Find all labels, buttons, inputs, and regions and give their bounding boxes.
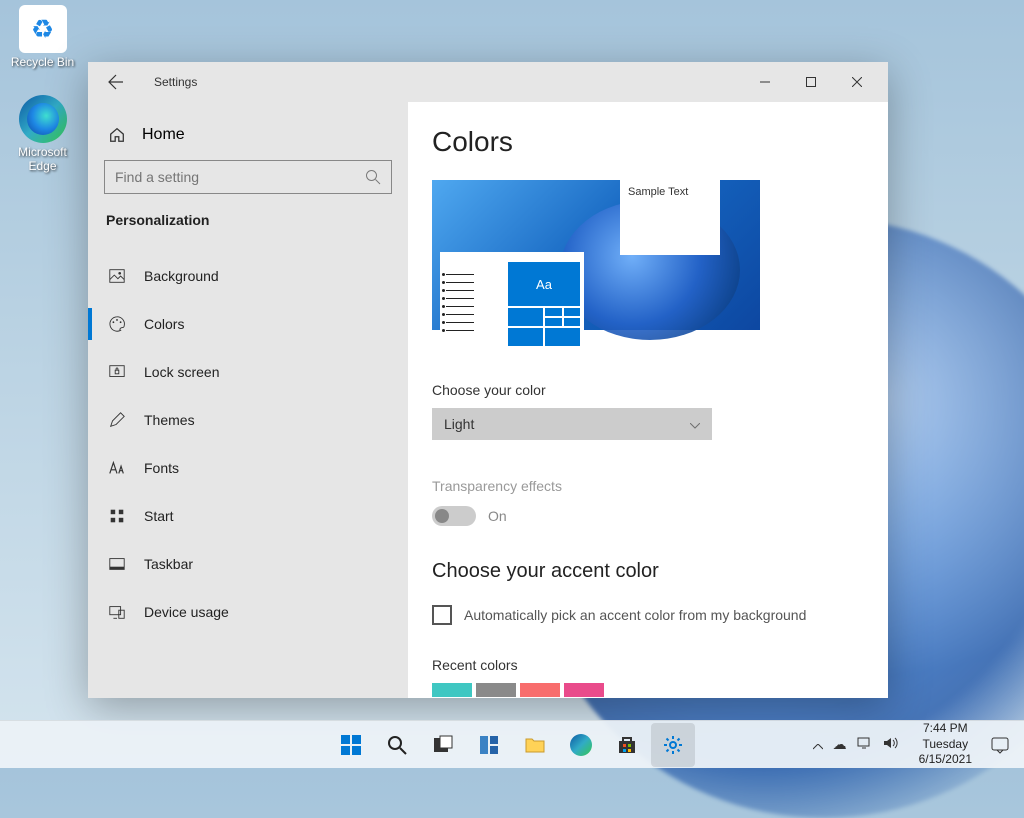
taskbar-icon bbox=[108, 555, 126, 573]
color-preview: Sample Text Aa bbox=[432, 180, 760, 330]
pen-icon bbox=[108, 411, 126, 429]
widgets-button[interactable] bbox=[467, 723, 511, 767]
desktop-icon-recycle-bin[interactable]: ♻ Recycle Bin bbox=[5, 5, 80, 69]
transparency-toggle[interactable] bbox=[432, 506, 476, 526]
settings-button[interactable] bbox=[651, 723, 695, 767]
edge-icon bbox=[19, 95, 67, 143]
nav-label: Device usage bbox=[144, 604, 229, 620]
clock-date: 6/15/2021 bbox=[919, 752, 972, 768]
desktop-icon-edge[interactable]: Microsoft Edge bbox=[5, 95, 80, 173]
sidebar-section-title: Personalization bbox=[104, 212, 392, 228]
accent-section-title: Choose your accent color bbox=[432, 560, 864, 583]
nav-themes[interactable]: Themes bbox=[104, 396, 392, 444]
preview-sample-window: Sample Text bbox=[620, 180, 720, 255]
nav-background[interactable]: Background bbox=[104, 252, 392, 300]
clock-time: 7:44 PM bbox=[919, 721, 972, 737]
nav-label: Colors bbox=[144, 316, 184, 332]
search-button[interactable] bbox=[375, 723, 419, 767]
file-explorer-button[interactable] bbox=[513, 723, 557, 767]
start-grid-icon bbox=[108, 507, 126, 525]
nav-device-usage[interactable]: Device usage bbox=[104, 588, 392, 636]
transparency-value: On bbox=[488, 508, 507, 524]
nav-start[interactable]: Start bbox=[104, 492, 392, 540]
nav-home-label: Home bbox=[142, 126, 185, 144]
auto-accent-checkbox[interactable] bbox=[432, 605, 452, 625]
tray-onedrive-icon[interactable]: ☁ bbox=[833, 736, 847, 753]
nav-fonts[interactable]: Fonts bbox=[104, 444, 392, 492]
preview-tile-aa: Aa bbox=[508, 262, 580, 306]
start-button[interactable] bbox=[329, 723, 373, 767]
store-button[interactable] bbox=[605, 723, 649, 767]
recent-color-swatch[interactable] bbox=[564, 683, 604, 697]
task-view-button[interactable] bbox=[421, 723, 465, 767]
window-titlebar: Settings bbox=[88, 62, 888, 102]
home-icon bbox=[108, 126, 126, 144]
lock-screen-icon bbox=[108, 363, 126, 381]
recent-color-swatch[interactable] bbox=[476, 683, 516, 697]
chevron-down-icon bbox=[690, 416, 700, 432]
settings-content: Colors Sample Text Aa Choose your color bbox=[408, 102, 888, 698]
image-icon bbox=[108, 267, 126, 285]
recent-colors bbox=[432, 683, 864, 697]
preview-mini-start bbox=[440, 252, 510, 350]
recent-color-swatch[interactable] bbox=[432, 683, 472, 697]
nav-label: Lock screen bbox=[144, 364, 219, 380]
recent-colors-label: Recent colors bbox=[432, 657, 864, 673]
desktop-icon-label: Recycle Bin bbox=[5, 55, 80, 69]
auto-accent-checkbox-row[interactable]: Automatically pick an accent color from … bbox=[432, 605, 864, 625]
dropdown-value: Light bbox=[444, 416, 474, 432]
choose-color-label: Choose your color bbox=[432, 382, 864, 398]
taskbar: ☁ 7:44 PM Tuesday 6/15/2021 bbox=[0, 720, 1024, 768]
recycle-bin-icon: ♻ bbox=[19, 5, 67, 53]
tray-volume-icon[interactable] bbox=[883, 736, 899, 753]
notifications-button[interactable] bbox=[982, 727, 1018, 763]
minimize-button[interactable] bbox=[742, 66, 788, 98]
edge-button[interactable] bbox=[559, 723, 603, 767]
nav-label: Background bbox=[144, 268, 219, 284]
nav-taskbar[interactable]: Taskbar bbox=[104, 540, 392, 588]
nav-label: Start bbox=[144, 508, 174, 524]
settings-sidebar: Home Personalization Background Colors L bbox=[88, 102, 408, 698]
preview-tiles: Aa bbox=[504, 252, 584, 350]
window-title: Settings bbox=[154, 75, 197, 89]
recent-color-swatch[interactable] bbox=[520, 683, 560, 697]
search-icon bbox=[365, 169, 381, 185]
taskbar-clock[interactable]: 7:44 PM Tuesday 6/15/2021 bbox=[909, 721, 982, 768]
clock-day: Tuesday bbox=[919, 737, 972, 753]
search-box[interactable] bbox=[104, 160, 392, 194]
device-usage-icon bbox=[108, 603, 126, 621]
fonts-icon bbox=[108, 459, 126, 477]
nav-label: Themes bbox=[144, 412, 195, 428]
nav-home[interactable]: Home bbox=[104, 118, 392, 160]
back-button[interactable] bbox=[104, 70, 128, 94]
nav-label: Fonts bbox=[144, 460, 179, 476]
page-title: Colors bbox=[432, 126, 864, 158]
tray-chevron-icon[interactable] bbox=[813, 737, 823, 753]
nav-lock-screen[interactable]: Lock screen bbox=[104, 348, 392, 396]
tray-network-icon[interactable] bbox=[857, 736, 873, 753]
search-input[interactable] bbox=[115, 169, 365, 185]
maximize-button[interactable] bbox=[788, 66, 834, 98]
nav-label: Taskbar bbox=[144, 556, 193, 572]
color-mode-dropdown[interactable]: Light bbox=[432, 408, 712, 440]
desktop-icon-label: Microsoft Edge bbox=[5, 145, 80, 173]
nav-colors[interactable]: Colors bbox=[104, 300, 392, 348]
auto-accent-label: Automatically pick an accent color from … bbox=[464, 607, 806, 623]
settings-window: Settings Home Personalization Background bbox=[88, 62, 888, 698]
palette-icon bbox=[108, 315, 126, 333]
transparency-label: Transparency effects bbox=[432, 478, 864, 494]
close-button[interactable] bbox=[834, 66, 880, 98]
